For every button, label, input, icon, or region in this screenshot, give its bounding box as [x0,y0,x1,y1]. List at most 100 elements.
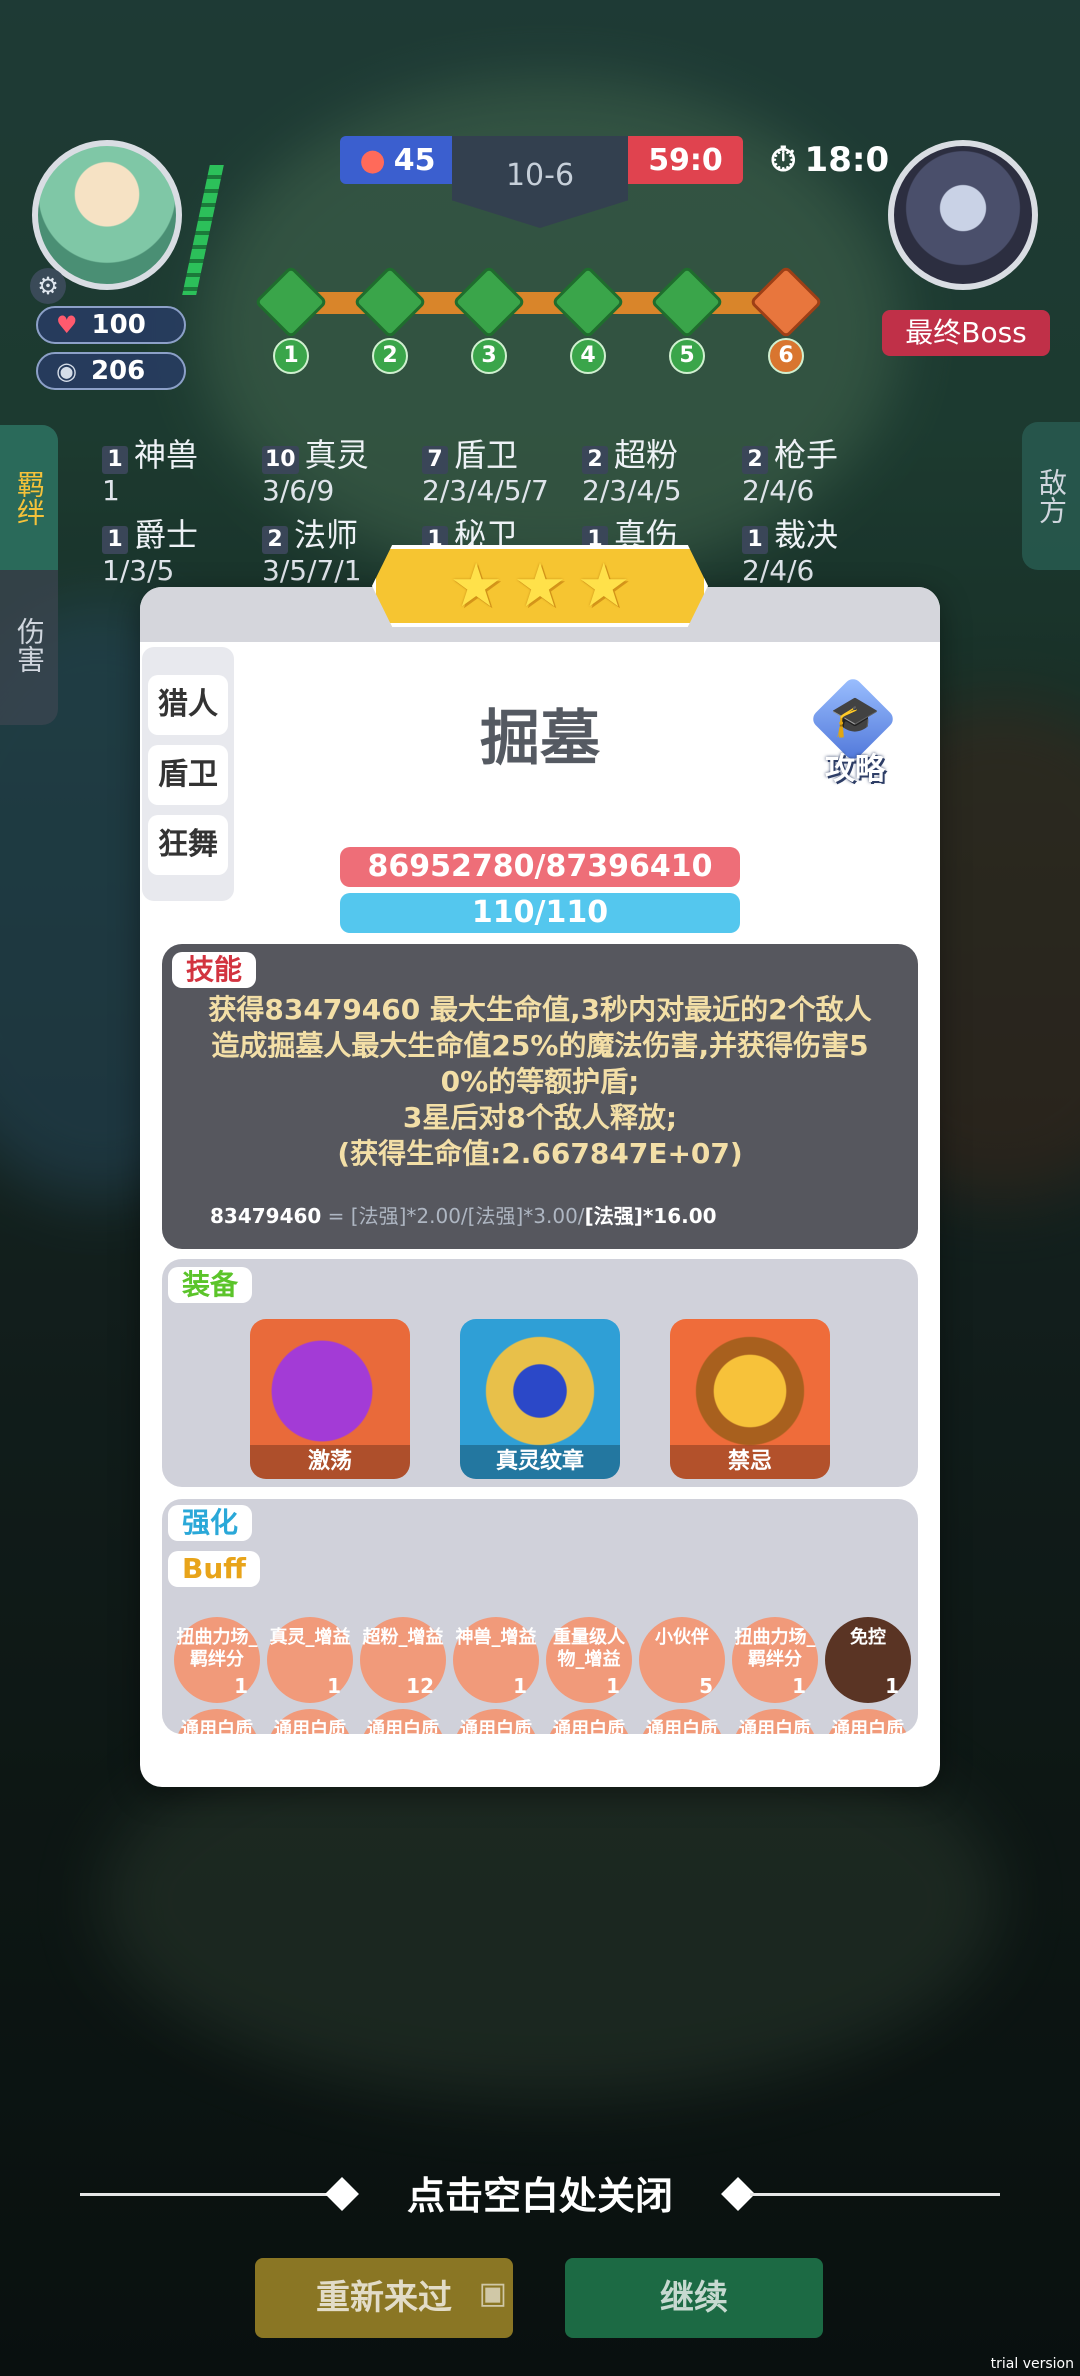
buff-label: 真灵_增益 [269,1627,351,1648]
team-score-left: ● 45 [340,136,455,184]
buff-item[interactable]: 真灵_增益 1 [267,1617,353,1703]
tab-bond[interactable]: 羁绊 [0,425,58,570]
stopwatch-icon: ⏱ [770,140,797,180]
star-rating-banner: ★ ★ ★ [372,545,708,627]
skill-line: 获得83479460 最大生命值,3秒内对最近的2个敌人 [208,993,872,1026]
class-tag-list: 猎人 盾卫 狂舞 [142,647,234,901]
buff-item[interactable]: 通用白质 [825,1709,911,1734]
buff-item[interactable]: 通用白质 [639,1709,725,1734]
buff-item[interactable]: 通用白质 [453,1709,539,1734]
buff-label: 通用白质 [460,1719,532,1734]
buff-label: 扭曲力场_羁绊分 [734,1627,816,1670]
bond-name: 裁决 [774,516,839,554]
bond-count: 1 [102,526,128,554]
tab-enemy[interactable]: 敌方 [1022,422,1080,570]
skill-tag: 技能 [172,952,257,988]
skill-formula: 83479460 = [法强]*2.00/[法强]*3.00/[法强]*16.0… [210,1200,717,1229]
bond-item: 10 真灵 3/6/9 [262,430,369,507]
bond-levels: 3/5/7/1 [262,554,362,587]
stage-node-num-2: 2 [372,338,408,374]
bond-name: 盾卫 [454,436,519,474]
stage-node-num-6: 6 [768,338,804,374]
hero-name: 掘墓 [480,704,600,774]
left-side-tabs: 羁绊 伤害 [0,425,58,725]
hint-divider-right [750,2193,1000,2196]
bond-name: 超粉 [614,436,679,474]
boss-avatar[interactable] [888,140,1038,290]
hero-mana-bar: 110/110 [340,893,740,933]
bond-count: 1 [742,526,768,554]
buff-label: 通用白质 [274,1719,346,1734]
bond-levels: 2/3/4/5/7 [422,474,549,507]
player-avatar[interactable] [32,140,182,290]
buff-label: 通用白质 [367,1719,439,1734]
skill-line: 造成掘墓人最大生命值25%的魔法伤害,并获得伤害5 [211,1029,869,1062]
bond-count: 1 [102,446,128,474]
buff-item[interactable]: 通用白质 [732,1709,818,1734]
bond-item: 2 法师 3/5/7/1 [262,510,362,587]
continue-button[interactable]: 继续 [565,2258,823,2338]
skill-line: 3星后对8个敌人释放; [402,1101,678,1134]
star-icon: ★ [449,551,504,621]
buff-item[interactable]: 扭曲力场_羁绊分 1 [732,1617,818,1703]
gold-value: 206 [90,356,146,386]
bond-item: 1 神兽 1 [102,430,198,507]
bond-count: 7 [422,446,448,474]
bond-name: 神兽 [134,436,199,474]
bond-levels: 1/3/5 [102,554,175,587]
equipment-tag: 装备 [168,1267,253,1303]
buff-count: 1 [234,1674,248,1698]
bond-item: 2 枪手 2/4/6 [742,430,838,507]
bond-levels: 1 [102,474,120,507]
class-tag-dancer[interactable]: 狂舞 [148,815,228,875]
coin-stack-icon: ◉ [56,357,77,385]
equipment-slot[interactable]: 禁忌 [670,1319,830,1479]
skill-line: (获得生命值:2.667847E+07) [337,1137,743,1170]
tab-damage[interactable]: 伤害 [0,575,58,715]
bond-name: 爵士 [134,516,199,554]
buff-count: 5 [699,1674,713,1698]
class-tag-hunter[interactable]: 猎人 [148,675,228,735]
enhance-tag: 强化 [168,1505,253,1541]
bond-count: 2 [582,446,608,474]
hero-hp-bar: 86952780/87396410 [340,847,740,887]
buff-count: 1 [885,1674,899,1698]
formula-terms: = [法强]*2.00/[法强]*3.00/ [321,1204,585,1228]
buff-item[interactable]: 通用白质 [360,1709,446,1734]
buff-item[interactable]: 扭曲力场_羁绊分 1 [174,1617,260,1703]
buff-count: 12 [406,1674,434,1698]
formula-value: 83479460 [210,1204,322,1228]
buff-label: 扭曲力场_羁绊分 [176,1627,258,1670]
star-icon: ★ [576,551,631,621]
buff-item[interactable]: 超粉_增益 12 [360,1617,446,1703]
buff-label: 超粉_增益 [362,1627,444,1648]
equipment-name: 真灵纹章 [460,1445,620,1479]
buff-label: 神兽_增益 [455,1627,537,1648]
timer-value: 18:0 [804,140,890,180]
buff-label: 通用白质 [832,1719,904,1734]
buff-item[interactable]: 免控 1 [825,1617,911,1703]
gear-icon[interactable]: ⚙ [30,268,66,304]
buff-item[interactable]: 通用白质 [546,1709,632,1734]
equipment-name: 禁忌 [670,1445,830,1479]
equipment-name: 激荡 [250,1445,410,1479]
equipment-slot[interactable]: 真灵纹章 [460,1319,620,1479]
equipment-panel: 装备 激荡 真灵纹章 禁忌 [162,1259,918,1487]
retry-button[interactable]: 重新来过 ▣ [255,2258,513,2338]
buff-item[interactable]: 神兽_增益 1 [453,1617,539,1703]
skill-description: 获得83479460 最大生命值,3秒内对最近的2个敌人 造成掘墓人最大生命值2… [182,992,898,1172]
buff-item[interactable]: 通用白质 [267,1709,353,1734]
buff-item[interactable]: 重量级人物_增益 1 [546,1617,632,1703]
bond-count: 2 [262,526,288,554]
buff-tag: Buff [168,1551,260,1587]
heart-icon: ♥ [56,311,78,339]
class-tag-shield[interactable]: 盾卫 [148,745,228,805]
buff-item[interactable]: 小伙伴 5 [639,1617,725,1703]
equipment-slot[interactable]: 激荡 [250,1319,410,1479]
star-icon: ★ [513,551,567,621]
buff-item[interactable]: 通用白质 [174,1709,260,1734]
flame-icon: ● [359,142,386,178]
bond-name: 真灵 [304,436,369,474]
bond-item: 2 超粉 2/3/4/5 [582,430,682,507]
guide-button[interactable]: 🎓 攻略 [800,672,910,787]
